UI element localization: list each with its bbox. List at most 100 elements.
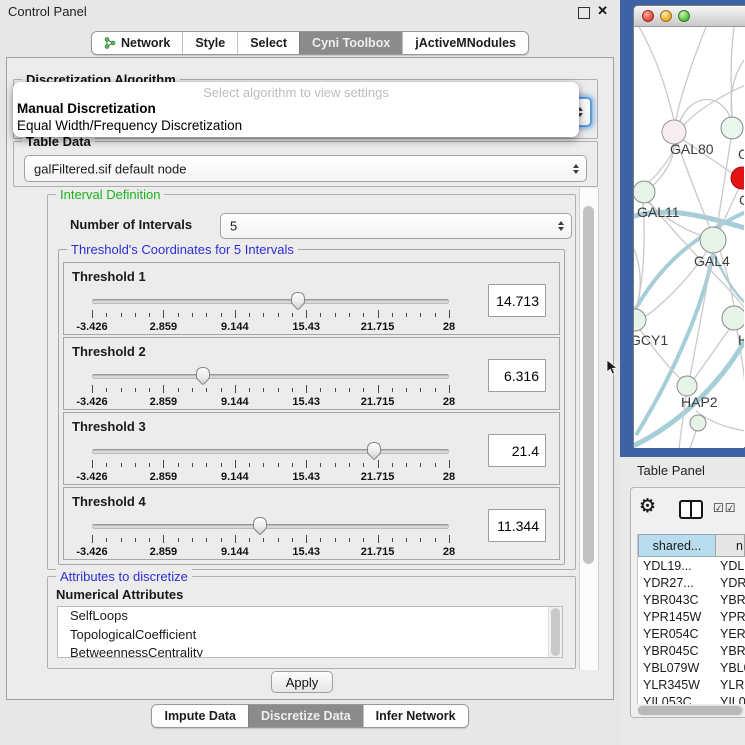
number-of-intervals-combobox[interactable]: 5: [220, 213, 572, 239]
table-horizontal-scrollbar[interactable]: [637, 705, 744, 716]
table-row[interactable]: YBR045CYBR0: [638, 642, 745, 659]
network-node-gcy1[interactable]: [634, 309, 646, 331]
table-row[interactable]: YER054CYER0: [638, 625, 745, 642]
threshold-slider[interactable]: -3.4262.8599.14415.4321.71528: [92, 368, 449, 410]
tab-label: jActiveMNodules: [415, 36, 516, 50]
content-scrollbar-thumb[interactable]: [583, 206, 594, 564]
attribute-item-selfloops[interactable]: SelfLoops: [58, 607, 562, 626]
attribute-items: SelfLoopsTopologicalCoefficientBetweenne…: [58, 607, 562, 658]
table-row[interactable]: YLR345WYLR3: [638, 676, 745, 693]
threshold-value-field[interactable]: [488, 509, 546, 542]
network-node-gal11[interactable]: [634, 181, 655, 203]
slider-track[interactable]: [92, 374, 449, 379]
network-node-g[interactable]: [721, 117, 743, 139]
table-cell: YER0: [716, 627, 745, 641]
attribute-item-topologicalcoefficient[interactable]: TopologicalCoefficient: [58, 626, 562, 645]
tick-mark: [406, 313, 407, 317]
minimize-traffic-light-icon[interactable]: [660, 10, 672, 22]
node-label-gal11: GAL11: [637, 204, 680, 220]
tick-label: 9.144: [221, 546, 249, 558]
slider-thumb[interactable]: [195, 366, 211, 386]
columns-icon[interactable]: [679, 500, 703, 519]
attributes-scrollbar[interactable]: [548, 607, 562, 657]
select-columns-checkboxes-icon[interactable]: ☑☑: [713, 501, 737, 515]
table-row[interactable]: YIL053CYIL0: [638, 693, 745, 704]
attribute-item-betweennesscentrality[interactable]: BetweennessCentrality: [58, 644, 562, 658]
slider-thumb[interactable]: [290, 291, 306, 311]
tick-mark: [92, 310, 93, 318]
slider-thumb[interactable]: [366, 441, 382, 461]
tick-mark: [349, 313, 350, 317]
gear-icon[interactable]: ⚙: [639, 495, 656, 518]
tab-jactivemnodules[interactable]: jActiveMNodules: [402, 32, 528, 54]
tab-impute-data[interactable]: Impute Data: [152, 705, 248, 727]
threshold-value-field[interactable]: [488, 434, 546, 467]
content-scrollbar[interactable]: [579, 188, 599, 670]
threshold-slider[interactable]: -3.4262.8599.14415.4321.71528: [92, 293, 449, 335]
tick-mark: [263, 313, 264, 317]
table-row[interactable]: YBR043CYBR0: [638, 591, 745, 608]
slider-thumb[interactable]: [252, 516, 268, 536]
table-scrollbar-thumb[interactable]: [638, 706, 742, 715]
tick-mark: [178, 388, 179, 392]
slider-track[interactable]: [92, 299, 449, 304]
threshold-value-field[interactable]: [488, 359, 546, 392]
table-data-combobox[interactable]: galFiltered.sif default node: [24, 155, 587, 182]
network-canvas[interactable]: GAL80GCGAL11GAL4GCY1HHAP2: [634, 27, 744, 448]
tab-style[interactable]: Style: [182, 32, 237, 54]
float-window-icon[interactable]: [578, 7, 590, 19]
tick-mark: [206, 463, 207, 467]
zoom-traffic-light-icon[interactable]: [678, 10, 690, 22]
tick-mark: [106, 538, 107, 542]
attributes-scrollbar-thumb[interactable]: [551, 608, 560, 656]
apply-button[interactable]: Apply: [271, 671, 333, 693]
tick-mark: [392, 388, 393, 392]
threshold-slider[interactable]: -3.4262.8599.14415.4321.71528: [92, 518, 449, 560]
table-cell: YDR27...: [638, 576, 716, 590]
network-view-frame: GAL80GCGAL11GAL4GCY1HHAP2: [633, 5, 745, 448]
algorithm-option-manual-discretization[interactable]: Manual Discretization: [13, 101, 579, 118]
top-tab-bar: NetworkStyleSelectCyni Toolbox jActiveMNo…: [0, 31, 620, 55]
table-header-cell[interactable]: shared...: [638, 534, 716, 557]
threshold-panel: Threshold 3-3.4262.8599.14415.4321.71528: [63, 412, 560, 485]
tick-mark: [435, 313, 436, 317]
slider-track[interactable]: [92, 449, 449, 454]
threshold-value-field[interactable]: [488, 284, 546, 317]
network-node-c[interactable]: [731, 167, 744, 189]
tick-label: 15.43: [292, 396, 320, 408]
tick-mark: [263, 463, 264, 467]
tick-mark: [449, 310, 450, 318]
threshold-panel: Threshold 2-3.4262.8599.14415.4321.71528: [63, 337, 560, 410]
table-row[interactable]: YBL079WYBL0: [638, 659, 745, 676]
slider-track[interactable]: [92, 524, 449, 529]
network-node-gal4[interactable]: [700, 227, 726, 253]
tab-cyni-toolbox[interactable]: Cyni Toolbox: [299, 32, 402, 54]
tick-mark: [306, 385, 307, 393]
tick-mark: [92, 535, 93, 543]
table-row[interactable]: YDR27...YDR2: [638, 574, 745, 591]
tab-discretize-data[interactable]: Discretize Data: [248, 705, 363, 727]
slider-tick-labels: -3.4262.8599.14415.4321.71528: [92, 471, 449, 483]
network-tree-icon: [104, 37, 116, 49]
tick-mark: [378, 310, 379, 318]
tab-infer-network[interactable]: Infer Network: [363, 705, 468, 727]
tab-select[interactable]: Select: [237, 32, 299, 54]
network-node[interactable]: [690, 415, 706, 431]
close-icon[interactable]: ✕: [597, 3, 608, 19]
tick-label: 21.715: [361, 471, 395, 483]
table-row[interactable]: YPR145WYPR1: [638, 608, 745, 625]
threshold-slider[interactable]: -3.4262.8599.14415.4321.71528: [92, 443, 449, 485]
tab-network[interactable]: Network: [92, 32, 182, 54]
close-traffic-light-icon[interactable]: [642, 10, 654, 22]
tick-mark: [135, 388, 136, 392]
network-node-hap2[interactable]: [677, 376, 697, 396]
tick-mark: [406, 463, 407, 467]
network-node-h[interactable]: [722, 306, 744, 330]
algorithm-option-equal-width-frequency-discretization[interactable]: Equal Width/Frequency Discretization: [13, 118, 579, 135]
numerical-attributes-label: Numerical Attributes: [56, 587, 183, 602]
table-header-cell[interactable]: n: [716, 534, 745, 557]
table-cell: YLR3: [716, 678, 745, 692]
tick-mark: [335, 313, 336, 317]
tick-mark: [249, 388, 250, 392]
table-row[interactable]: YDL19...YDL1: [638, 557, 745, 574]
